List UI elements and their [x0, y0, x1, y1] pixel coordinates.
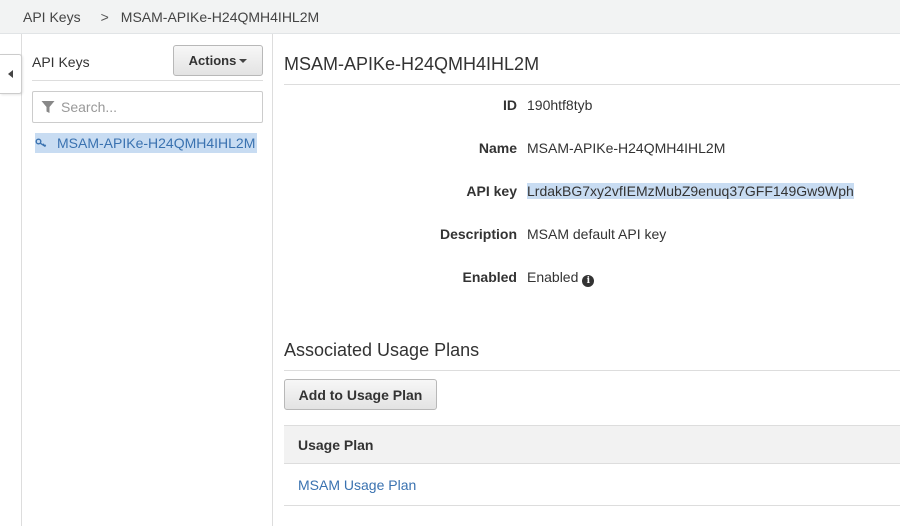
column-header-usage-plan: Usage Plan — [298, 436, 374, 453]
description-value: MSAM default API key — [527, 226, 667, 242]
caret-down-icon — [239, 58, 248, 63]
breadcrumb-current: MSAM-APIKe-H24QMH4IHL2M — [120, 8, 320, 25]
usage-plan-link[interactable]: MSAM Usage Plan — [298, 477, 416, 493]
enabled-label: Enabled — [462, 269, 517, 285]
search-box[interactable] — [32, 91, 263, 123]
breadcrumb-separator: > — [100, 8, 109, 25]
breadcrumb-api-keys-link[interactable]: API Keys — [23, 9, 81, 25]
sidebar-item-label: MSAM-APIKe-H24QMH4IHL2M — [57, 135, 256, 151]
name-value: MSAM-APIKe-H24QMH4IHL2M — [527, 140, 726, 156]
usage-plans-divider — [284, 370, 900, 371]
detail-row-name: Name MSAM-APIKe-H24QMH4IHL2M — [284, 140, 900, 160]
table-row: MSAM Usage Plan — [284, 464, 900, 506]
filter-icon — [41, 101, 55, 113]
breadcrumb: API Keys > MSAM-APIKe-H24QMH4IHL2M — [0, 0, 900, 34]
detail-row-description: Description MSAM default API key — [284, 226, 900, 246]
collapse-sidebar-button[interactable] — [0, 54, 22, 94]
search-input[interactable] — [61, 99, 251, 115]
id-label: ID — [503, 97, 517, 113]
id-value: 190htf8tyb — [527, 97, 593, 113]
sidebar-item-api-key[interactable]: MSAM-APIKe-H24QMH4IHL2M — [35, 133, 258, 153]
caret-left-icon — [8, 70, 13, 78]
info-icon[interactable]: i — [582, 275, 595, 287]
usage-plans-table: Usage Plan MSAM Usage Plan — [284, 425, 900, 506]
enabled-value: Enabled — [527, 269, 579, 285]
actions-button-label: Actions — [188, 53, 237, 68]
detail-row-api-key: API key LrdakBG7xy2vfIEMzMubZ9enuq37GFF1… — [284, 183, 900, 203]
api-key-detail: MSAM-APIKe-H24QMH4IHL2M ID 190htf8tyb Na… — [284, 34, 900, 526]
description-label: Description — [439, 226, 517, 242]
api-key-label: API key — [466, 183, 517, 199]
sidebar-title: API Keys — [32, 54, 90, 70]
enabled-value-wrap: Enabled i — [527, 269, 595, 287]
table-header: Usage Plan — [284, 425, 900, 464]
add-to-usage-plan-button[interactable]: Add to Usage Plan — [284, 379, 437, 410]
title-divider — [284, 84, 900, 85]
api-keys-sidebar: API Keys Actions MSAM-APIKe-H24QMH4IHL2M — [21, 34, 273, 526]
usage-plans-title: Associated Usage Plans — [284, 340, 480, 360]
page-title: MSAM-APIKe-H24QMH4IHL2M — [284, 54, 540, 74]
api-key-value[interactable]: LrdakBG7xy2vfIEMzMubZ9enuq37GFF149Gw9Wph — [527, 183, 854, 199]
sidebar-divider — [32, 80, 263, 81]
actions-button[interactable]: Actions — [173, 45, 263, 76]
key-icon — [35, 138, 47, 148]
detail-row-id: ID 190htf8tyb — [284, 97, 900, 117]
detail-row-enabled: Enabled Enabled i — [284, 269, 900, 289]
name-label: Name — [478, 140, 517, 156]
